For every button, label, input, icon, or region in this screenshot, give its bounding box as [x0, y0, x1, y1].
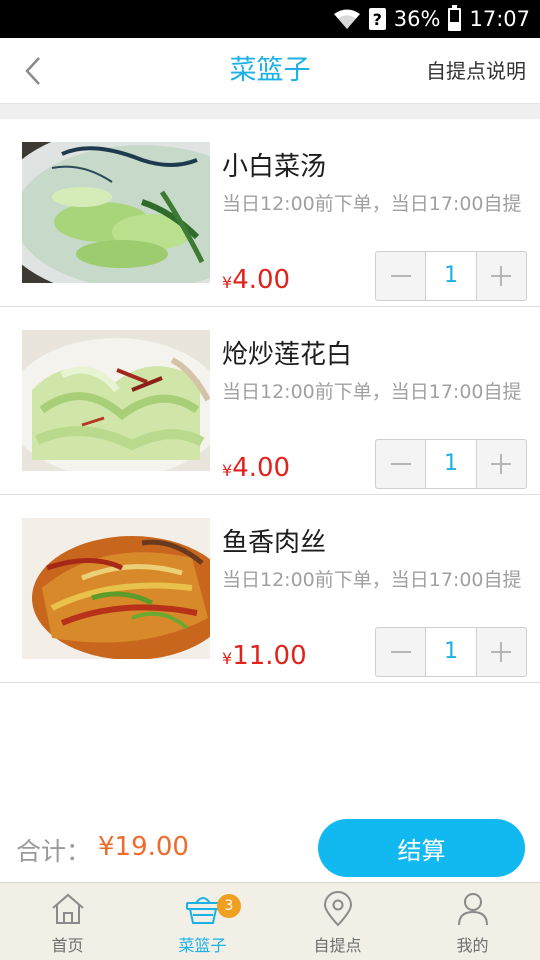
- currency-symbol: ¥: [222, 273, 233, 292]
- price-amount: 4.00: [232, 265, 291, 295]
- cart-count-badge: 3: [217, 894, 241, 918]
- checkout-button[interactable]: 结算: [318, 819, 525, 877]
- increment-button[interactable]: [477, 440, 526, 488]
- quantity-stepper: 1: [375, 627, 527, 677]
- tab-profile[interactable]: 我的: [405, 883, 540, 960]
- decrement-button[interactable]: [376, 628, 425, 676]
- back-icon[interactable]: [18, 54, 52, 88]
- wifi-icon: [333, 9, 360, 29]
- pickup-note: 当日12:00前下单，当日17:00自提: [222, 381, 522, 403]
- decrement-button[interactable]: [376, 252, 425, 300]
- minus-icon: [390, 275, 411, 277]
- increment-button[interactable]: [477, 252, 526, 300]
- dish-name: 炝炒莲花白: [222, 340, 353, 370]
- dish-price: ¥11.00: [222, 641, 307, 671]
- tab-pickup-point[interactable]: 自提点: [270, 883, 405, 960]
- plus-icon: [491, 454, 512, 474]
- price-amount: 4.00: [232, 453, 291, 483]
- checkout-bar: 合计： ¥19.00 结算: [0, 812, 540, 882]
- quantity-value[interactable]: 1: [425, 440, 477, 488]
- tab-label: 菜篮子: [178, 936, 227, 955]
- plus-icon: [491, 266, 512, 286]
- pickup-note: 当日12:00前下单，当日17:00自提: [222, 193, 522, 215]
- decrement-button[interactable]: [376, 440, 425, 488]
- total-label: 合计：: [16, 837, 92, 866]
- dish-price: ¥4.00: [222, 265, 290, 295]
- tab-label: 首页: [51, 936, 84, 955]
- battery-percent: 36%: [393, 7, 441, 31]
- plus-icon: [491, 642, 512, 662]
- dish-name: 小白菜汤: [222, 152, 327, 182]
- tab-label: 自提点: [313, 936, 362, 955]
- quantity-stepper: 1: [375, 439, 527, 489]
- section-divider: [0, 104, 540, 119]
- cart-item: 炝炒莲花白 当日12:00前下单，当日17:00自提 ¥4.00 1: [0, 307, 540, 495]
- currency-symbol: ¥: [222, 649, 233, 668]
- tab-label: 我的: [456, 936, 489, 955]
- no-sim-icon: ?: [368, 8, 386, 30]
- bottom-tab-bar: 首页 3 菜篮子 自提点 我的: [0, 882, 540, 960]
- total-amount: ¥19.00: [98, 832, 189, 862]
- user-icon: [457, 893, 488, 926]
- home-icon: [51, 893, 84, 924]
- status-bar: ? 36% 17:07: [0, 0, 540, 38]
- pickup-info-link[interactable]: 自提点说明: [426, 38, 526, 104]
- status-icons: ? 36% 17:07: [333, 0, 530, 38]
- quantity-value[interactable]: 1: [425, 628, 477, 676]
- quantity-stepper: 1: [375, 251, 527, 301]
- battery-icon: [448, 4, 462, 31]
- cart-item: 小白菜汤 当日12:00前下单，当日17:00自提 ¥4.00 1: [0, 119, 540, 307]
- cart-list: 小白菜汤 当日12:00前下单，当日17:00自提 ¥4.00 1 炝炒莲花白 …: [0, 119, 540, 683]
- basket-icon: [185, 897, 220, 924]
- tab-basket[interactable]: 3 菜篮子: [135, 883, 270, 960]
- quantity-value[interactable]: 1: [425, 252, 477, 300]
- cart-item: 鱼香肉丝 当日12:00前下单，当日17:00自提 ¥11.00 1: [0, 495, 540, 683]
- tab-home[interactable]: 首页: [0, 883, 135, 960]
- minus-icon: [390, 651, 411, 653]
- dish-name: 鱼香肉丝: [222, 528, 327, 558]
- dish-price: ¥4.00: [222, 453, 290, 483]
- currency-symbol: ¥: [222, 461, 233, 480]
- clock: 17:07: [469, 7, 530, 31]
- dish-photo: [22, 330, 210, 471]
- minus-icon: [390, 463, 411, 465]
- location-icon: [323, 891, 352, 927]
- increment-button[interactable]: [477, 628, 526, 676]
- dish-photo: [22, 518, 210, 659]
- price-amount: 11.00: [232, 641, 307, 671]
- pickup-note: 当日12:00前下单，当日17:00自提: [222, 569, 522, 591]
- nav-bar: 菜篮子 自提点说明: [0, 38, 540, 104]
- dish-photo: [22, 142, 210, 283]
